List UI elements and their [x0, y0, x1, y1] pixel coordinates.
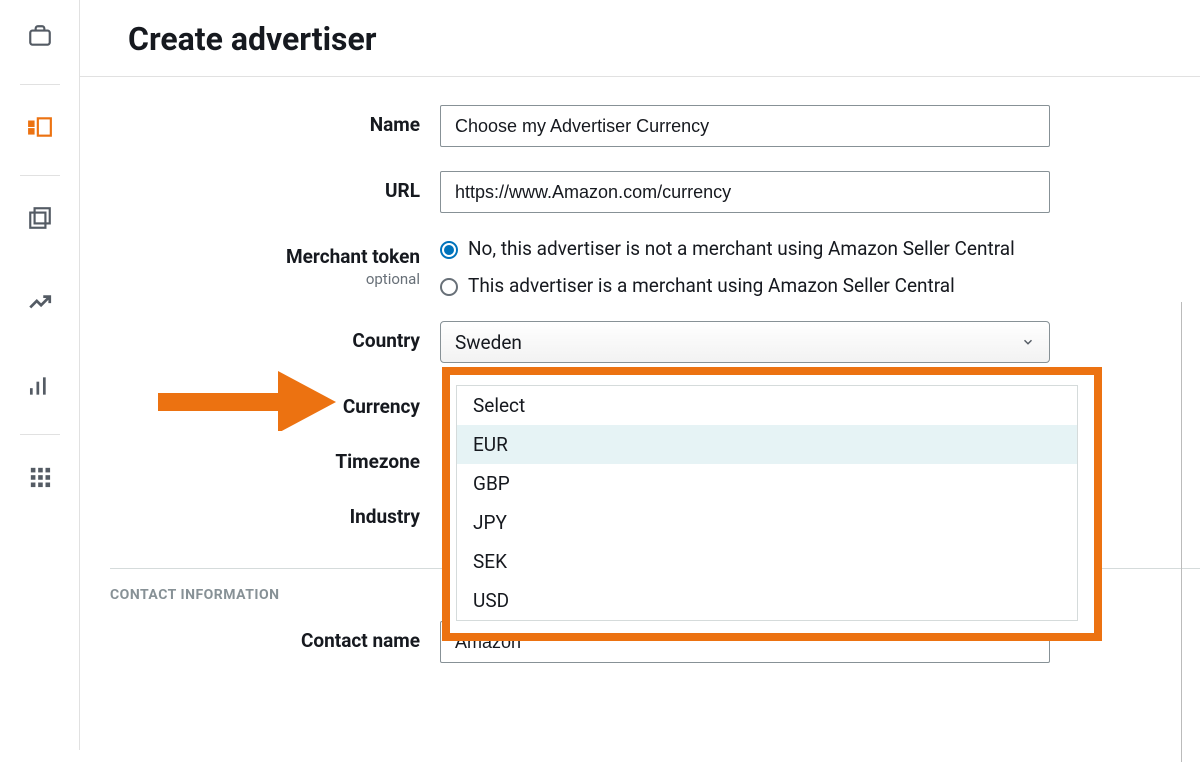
- timezone-label: Timezone: [335, 450, 420, 473]
- url-input[interactable]: [440, 171, 1050, 213]
- main-content: Create advertiser Name URL Merchant toke…: [80, 0, 1200, 750]
- sidebar-item-briefcase[interactable]: [22, 18, 58, 54]
- currency-dropdown[interactable]: Select EUR GBP JPY SEK USD: [456, 385, 1078, 621]
- country-select[interactable]: Sweden: [440, 321, 1050, 363]
- form-row-merchant-token: Merchant token optional No, this adverti…: [80, 237, 1200, 297]
- sidebar-divider: [20, 175, 60, 176]
- radio-label: No, this advertiser is not a merchant us…: [468, 237, 1015, 260]
- country-value: Sweden: [455, 331, 522, 354]
- arrow-annotation: [158, 371, 338, 435]
- merchant-token-option-yes[interactable]: This advertiser is a merchant using Amaz…: [440, 274, 1050, 297]
- merchant-token-radio-group: No, this advertiser is not a merchant us…: [440, 237, 1050, 297]
- currency-option-eur[interactable]: EUR: [457, 425, 1077, 464]
- vertical-separator: [1181, 302, 1182, 762]
- trend-icon: [27, 289, 53, 315]
- currency-option-select[interactable]: Select: [457, 386, 1077, 425]
- name-label: Name: [370, 113, 420, 136]
- industry-label: Industry: [350, 505, 420, 528]
- sidebar-divider: [20, 84, 60, 85]
- layers-icon: [27, 205, 53, 231]
- merchant-token-option-no[interactable]: No, this advertiser is not a merchant us…: [440, 237, 1050, 260]
- sidebar-item-layout[interactable]: [22, 109, 58, 145]
- radio-label: This advertiser is a merchant using Amaz…: [468, 274, 955, 297]
- name-input[interactable]: [440, 105, 1050, 147]
- sidebar-divider: [20, 434, 60, 435]
- currency-dropdown-highlight: Select EUR GBP JPY SEK USD: [442, 367, 1102, 641]
- create-advertiser-form: Name URL Merchant token optional: [80, 77, 1200, 663]
- currency-option-usd[interactable]: USD: [457, 581, 1077, 620]
- radio-icon: [440, 278, 458, 296]
- bars-icon: [27, 373, 53, 399]
- radio-icon: [440, 241, 458, 259]
- layout-icon: [27, 114, 53, 140]
- merchant-token-label: Merchant token: [286, 245, 420, 268]
- merchant-token-optional: optional: [80, 270, 420, 288]
- briefcase-icon: [27, 23, 53, 49]
- form-row-country: Country Sweden: [80, 321, 1200, 363]
- grid-icon: [29, 466, 51, 488]
- form-row-url: URL: [80, 171, 1200, 213]
- currency-option-sek[interactable]: SEK: [457, 542, 1077, 581]
- sidebar-item-trend[interactable]: [22, 284, 58, 320]
- currency-option-gbp[interactable]: GBP: [457, 464, 1077, 503]
- country-label: Country: [352, 329, 420, 352]
- sidebar: [0, 0, 80, 750]
- sidebar-item-bars[interactable]: [22, 368, 58, 404]
- currency-option-jpy[interactable]: JPY: [457, 503, 1077, 542]
- chevron-down-icon: [1021, 335, 1035, 349]
- sidebar-item-grid[interactable]: [22, 459, 58, 495]
- sidebar-item-layers[interactable]: [22, 200, 58, 236]
- form-row-name: Name: [80, 105, 1200, 147]
- contact-name-label: Contact name: [301, 629, 420, 652]
- currency-label: Currency: [343, 395, 420, 418]
- url-label: URL: [385, 179, 420, 202]
- page-title: Create advertiser: [80, 0, 1200, 77]
